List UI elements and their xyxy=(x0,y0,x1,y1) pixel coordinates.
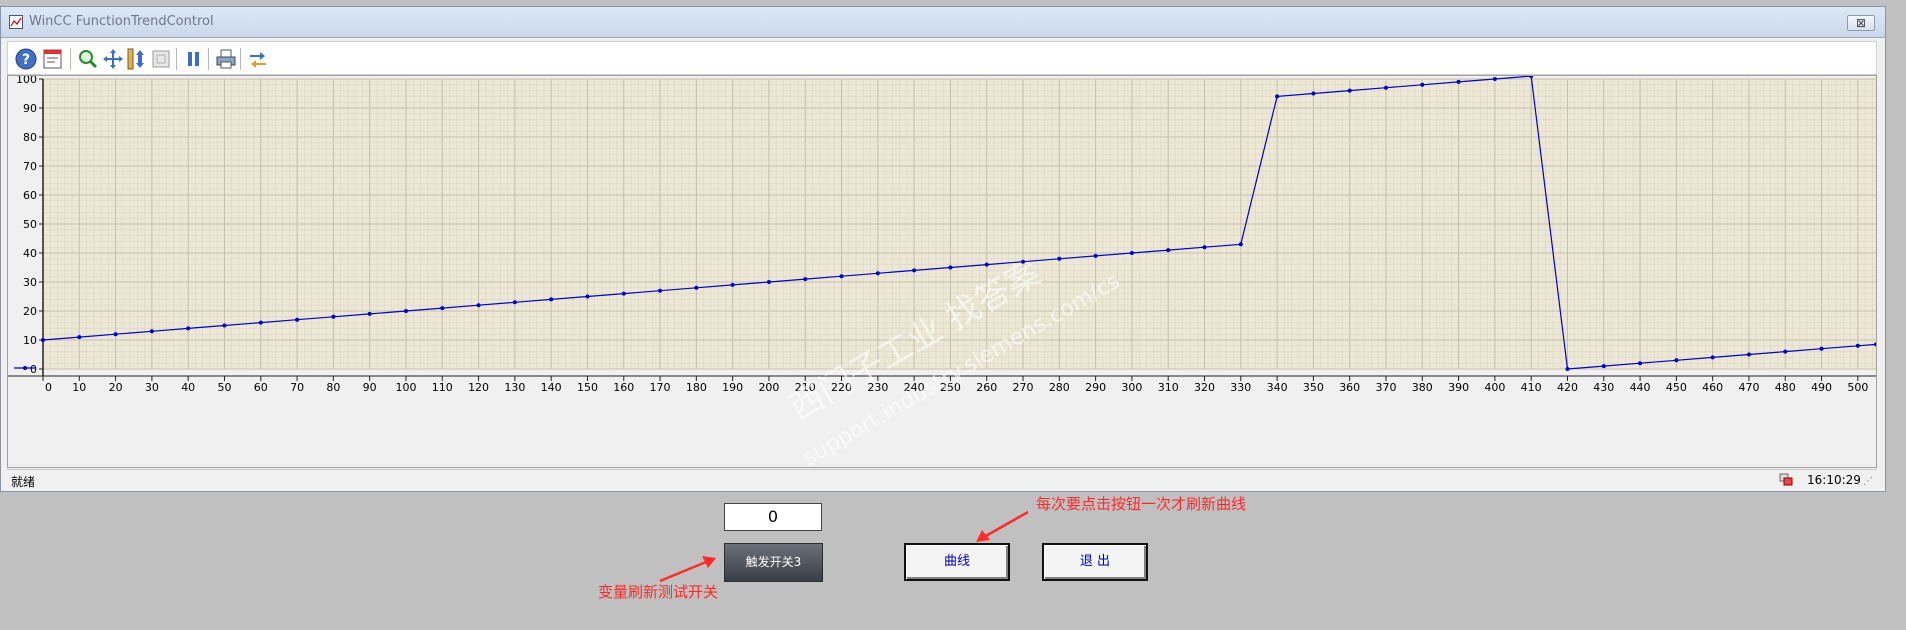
annotation-refresh-note: 每次要点击按钮一次才刷新曲线 xyxy=(1036,495,1247,513)
annotation-arrow-top xyxy=(983,510,1029,539)
annotation-arrow-bottom xyxy=(659,560,707,583)
annotation-switch-note: 变量刷新测试开关 xyxy=(598,583,719,601)
annotation-arrows xyxy=(659,510,1029,583)
